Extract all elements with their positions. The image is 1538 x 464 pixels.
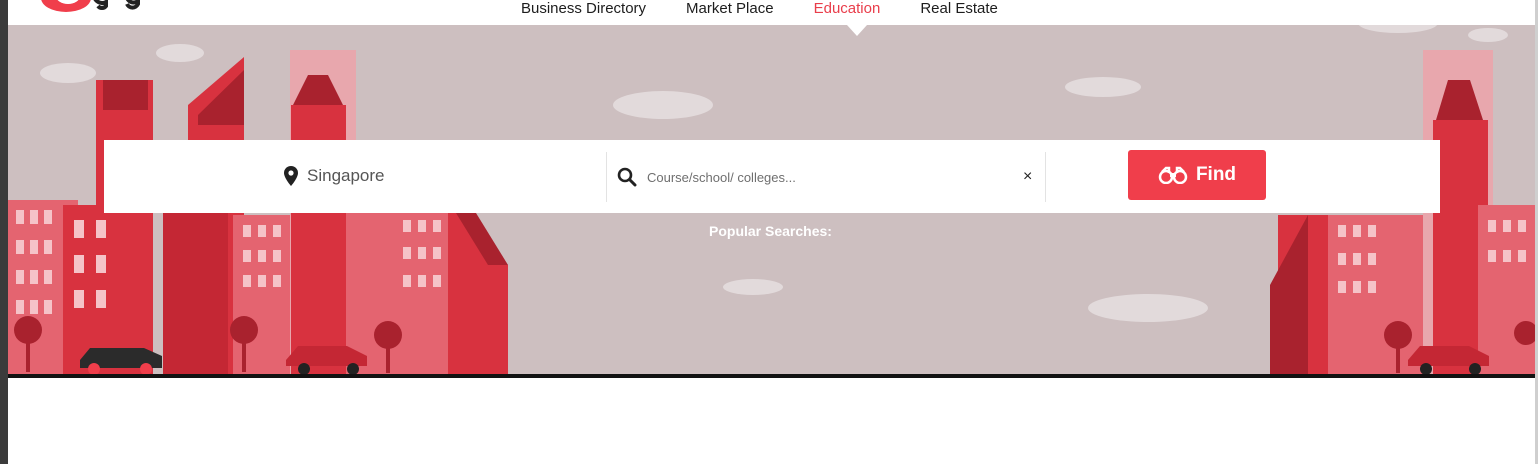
nav-education[interactable]: Education — [814, 0, 881, 25]
search-input[interactable] — [647, 166, 1017, 188]
top-navbar: Business Directory Market Place Educatio… — [8, 0, 1535, 25]
location-selector[interactable]: Singapore — [284, 166, 385, 186]
clear-search-button[interactable]: × — [1023, 167, 1032, 187]
binoculars-icon — [1158, 166, 1188, 184]
ground-divider — [8, 374, 1535, 378]
find-button[interactable]: Find — [1128, 150, 1266, 200]
magnifier-icon — [617, 167, 637, 187]
search-divider — [606, 152, 607, 202]
window-edge — [0, 0, 8, 464]
search-divider — [1045, 152, 1046, 202]
nav-business-directory[interactable]: Business Directory — [521, 0, 646, 25]
nav-market-place[interactable]: Market Place — [686, 0, 774, 25]
search-bar: Singapore × Find — [104, 140, 1440, 213]
map-pin-icon — [284, 166, 298, 186]
popular-searches-label: Popular Searches: — [709, 223, 832, 239]
find-button-label: Find — [1195, 164, 1237, 185]
active-nav-indicator — [847, 25, 867, 36]
brand-logo[interactable] — [22, 0, 172, 16]
main-nav: Business Directory Market Place Educatio… — [521, 0, 1038, 25]
nav-real-estate[interactable]: Real Estate — [920, 0, 998, 25]
location-label: Singapore — [307, 166, 385, 185]
